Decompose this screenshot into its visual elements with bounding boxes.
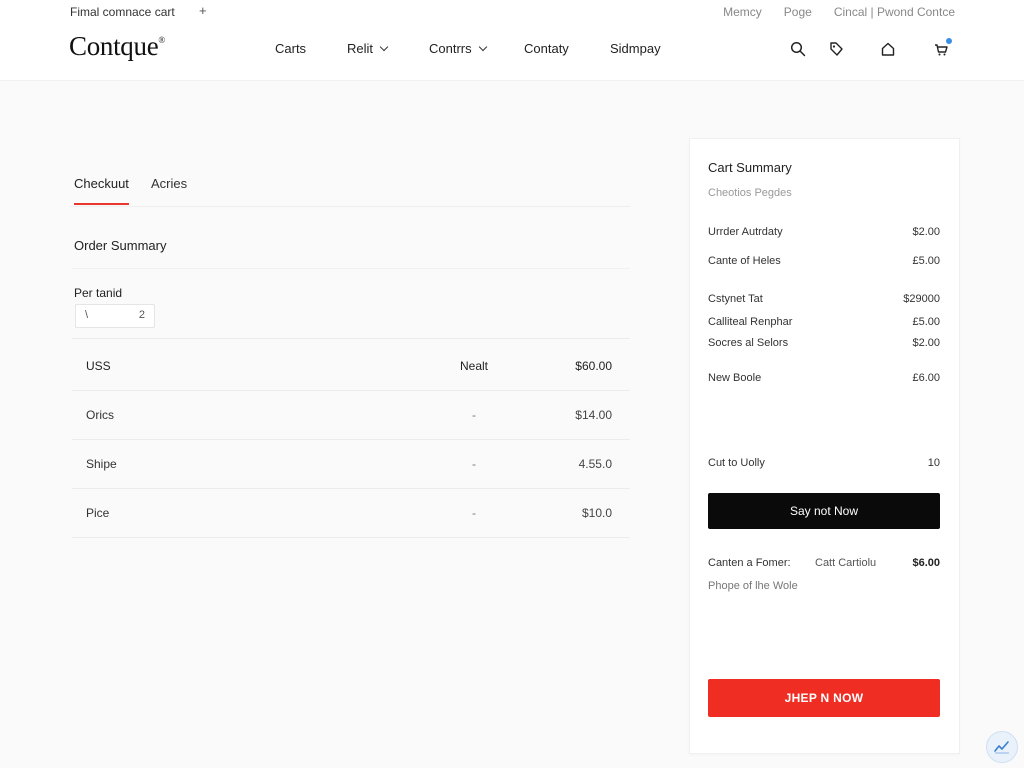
summary-line: Socres al Selors $2.00 — [708, 337, 940, 349]
assistant-button[interactable] — [986, 731, 1018, 763]
nav-item-carts[interactable]: Carts — [275, 41, 306, 56]
row-qty: - — [472, 408, 476, 422]
tab-checkout[interactable]: Checkuut — [74, 176, 129, 205]
search-button[interactable] — [787, 38, 809, 60]
top-header: Fimal comnace cart + Memcy Poge Cincal |… — [0, 0, 1024, 81]
summary-line: Calliteal Renphar £5.00 — [708, 316, 940, 328]
table-row: Orics - $14.00 — [72, 391, 630, 440]
summary-line-label: Calliteal Renphar — [708, 316, 793, 328]
nav-item-relit[interactable]: Relit — [347, 41, 389, 56]
nav-item-label: Contaty — [524, 41, 569, 56]
tab-acries[interactable]: Acries — [151, 176, 187, 203]
tag-icon — [830, 42, 843, 56]
main-nav: Carts Relit Contrrs Contaty Sidmpay — [0, 41, 1024, 61]
table-row: Shipe - 4.55.0 — [72, 440, 630, 489]
summary-line: Cstynet Tat $29000 — [708, 293, 940, 305]
note-row: Canten a Fomer: Catt Cartiolu $6.00 — [708, 557, 940, 569]
row-label: Pice — [86, 506, 110, 520]
order-table: USS Nealt $60.00 Orics - $14.00 Shipe - … — [72, 342, 630, 538]
summary-line-amount: $2.00 — [912, 226, 940, 238]
nav-item-label: Contrrs — [429, 41, 472, 56]
summary-line-label: Cstynet Tat — [708, 293, 763, 305]
cta-button[interactable]: JHEP N NOW — [708, 679, 940, 717]
header-cell: $60.00 — [575, 359, 612, 373]
nav-item-label: Carts — [275, 41, 307, 56]
note-amount: $6.00 — [912, 557, 940, 569]
cart-button[interactable] — [930, 38, 952, 60]
cart-summary-subtitle: Cheotios Pegdes — [708, 187, 792, 199]
summary-line-label: Urrder Autrdaty — [708, 226, 783, 238]
search-icon — [790, 41, 806, 57]
row-amount: $10.0 — [581, 506, 612, 520]
nav-item-contrrs[interactable]: Contrrs — [429, 41, 487, 56]
chevron-down-icon — [478, 42, 487, 52]
note-sub: Phope of lhe Wole — [708, 580, 798, 592]
tag-button[interactable] — [825, 38, 847, 60]
home-button[interactable] — [877, 38, 899, 60]
period-label: Per tanid — [74, 286, 123, 300]
cart-summary-title: Cart Summary — [708, 160, 792, 175]
home-icon — [881, 42, 895, 56]
browser-tab-title[interactable]: Fimal comnace cart — [70, 5, 175, 19]
chevron-down-icon — [379, 42, 389, 52]
row-qty: - — [472, 457, 476, 471]
order-summary-title: Order Summary — [74, 238, 167, 253]
summary-line: New Boole £6.00 — [708, 372, 940, 384]
summary-line-label: New Boole — [708, 372, 762, 384]
header-cell: USS — [86, 359, 111, 373]
summary-line-amount: $2.00 — [912, 337, 940, 349]
row-amount: $14.00 — [575, 408, 612, 422]
header-cell: Nealt — [460, 359, 489, 373]
summary-line-label: Cante of Heles — [708, 255, 781, 267]
note-mid: Catt Cartiolu — [815, 557, 877, 569]
utility-link-3[interactable]: Cincal | Pwond Contce — [834, 5, 955, 19]
summary-line-amount: £5.00 — [912, 316, 940, 328]
cart-badge — [946, 38, 952, 44]
summary-line-label: Socres al Selors — [708, 337, 789, 349]
summary-line-amount: £6.00 — [912, 372, 940, 384]
summary-line: Cante of Heles £5.00 — [708, 255, 940, 267]
nav-item-label: Relit — [347, 41, 374, 56]
utility-link-1[interactable]: Memcy — [723, 5, 762, 19]
summary-line-amount: $29000 — [903, 293, 940, 305]
primary-checkout-button[interactable]: Say not Now — [708, 493, 940, 529]
row-amount: 4.55.0 — [578, 457, 612, 471]
table-header-row: USS Nealt $60.00 — [72, 342, 630, 391]
nav-item-label: Sidmpay — [610, 41, 661, 56]
summary-line-label: Cut to Uolly — [708, 457, 765, 469]
new-tab-button[interactable]: + — [199, 3, 207, 18]
utility-link-2[interactable]: Poge — [784, 5, 812, 19]
row-label: Shipe — [86, 457, 117, 471]
summary-line: Urrder Autrdaty $2.00 — [708, 226, 940, 238]
nav-item-contaty[interactable]: Contaty — [524, 41, 569, 56]
utility-links: Memcy Poge Cincal | Pwond Contce — [723, 5, 955, 19]
divider — [72, 338, 630, 339]
divider — [72, 268, 630, 269]
table-row: Pice - $10.0 — [72, 489, 630, 538]
period-select[interactable]: \ 2 — [75, 304, 155, 328]
note-left: Canten a Fomer: — [708, 557, 791, 569]
nav-item-sidmpay[interactable]: Sidmpay — [610, 41, 661, 56]
summary-line-amount: £5.00 — [912, 255, 940, 267]
summary-total-line: Cut to Uolly 10 — [708, 457, 940, 469]
cart-summary-panel: Cart Summary Cheotios Pegdes Urrder Autr… — [689, 138, 960, 754]
summary-line-amount: 10 — [927, 457, 940, 469]
row-label: Orics — [86, 408, 114, 422]
row-qty: - — [472, 506, 476, 520]
chart-trend-icon — [994, 741, 1009, 754]
period-value-left: \ — [85, 309, 89, 321]
checkout-tabs: Checkuut Acries — [70, 170, 630, 207]
period-value-right: 2 — [138, 309, 145, 321]
